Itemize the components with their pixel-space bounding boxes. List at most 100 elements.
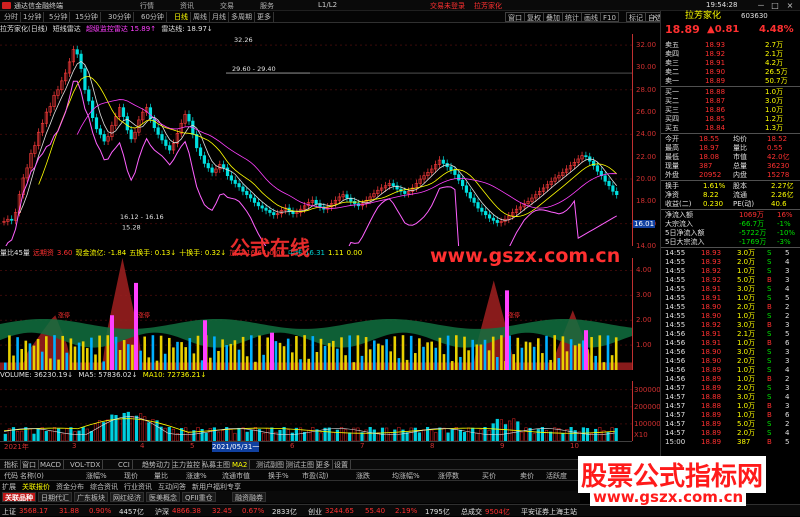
candle-body xyxy=(102,134,106,142)
candle-body xyxy=(75,49,79,55)
related-tab-3[interactable]: 网红经济 xyxy=(110,492,144,502)
volume-bar xyxy=(139,413,143,441)
period-btn-8[interactable]: 月线 xyxy=(210,12,229,22)
date-tick: 4 xyxy=(140,442,145,450)
tick-row-cell: 4 xyxy=(785,393,790,401)
toolbar-close-btn[interactable]: × xyxy=(650,12,660,22)
period-btn-0[interactable]: 分时 xyxy=(2,12,21,22)
period-btn-5[interactable]: 60分钟 xyxy=(139,12,167,22)
toolbar-right-btn-6[interactable]: 标记 xyxy=(626,12,646,22)
side-price-row: 18.89 ▲0.81 4.48% xyxy=(661,24,800,35)
menu-news[interactable]: 资讯 xyxy=(180,1,194,11)
period-btn-3[interactable]: 15分钟 xyxy=(73,12,101,22)
related-tab-4[interactable]: 医美概念 xyxy=(146,492,180,502)
menu-trade[interactable]: 交易 xyxy=(220,1,234,11)
period-btn-2[interactable]: 5分钟 xyxy=(47,12,71,22)
related-tab-0[interactable]: 关联品种 xyxy=(2,492,36,502)
indicator-bar xyxy=(426,342,429,370)
stat2-row-cell: 1.61% xyxy=(703,182,726,190)
bid-row-cell: 买一 xyxy=(665,88,679,96)
period-btn-1[interactable]: 1分钟 xyxy=(21,12,45,22)
volume-bar xyxy=(311,426,315,441)
indicator-bar xyxy=(24,340,28,370)
candle-body xyxy=(615,191,619,195)
candle-body xyxy=(491,217,496,221)
period-btn-10[interactable]: 更多 xyxy=(255,12,274,22)
ask-row-cell: 50.7万 xyxy=(765,77,788,85)
kline-annotation: 29.60 - 29.40 xyxy=(232,65,276,73)
tick-row-cell: 14:55 xyxy=(665,312,686,320)
tick-row-cell: 18.90 xyxy=(701,303,722,311)
candle-body xyxy=(460,179,465,187)
menu-quotes[interactable]: 行情 xyxy=(140,1,154,11)
period-btn-7[interactable]: 周线 xyxy=(191,12,210,22)
candle-body xyxy=(472,197,476,203)
related-tab-1[interactable]: 日期代汇 xyxy=(38,492,72,502)
candle-body xyxy=(225,167,230,177)
bid-row: 买三 18.86 1.0万 xyxy=(661,106,800,115)
flow-row-cell: -1% xyxy=(777,220,791,228)
indicator-bar xyxy=(471,339,474,370)
menu-extra[interactable]: L1/L2 xyxy=(318,1,337,9)
volume-bar xyxy=(216,431,221,441)
volume-bar xyxy=(302,431,307,441)
period-btn-9[interactable]: 多周期 xyxy=(229,12,255,22)
tick-row-cell: 18.89 xyxy=(701,384,722,392)
flow-row: 净流入额 1069万 16% xyxy=(661,211,800,220)
related-tab-6[interactable]: 融资融券 xyxy=(232,492,266,502)
volume-bar xyxy=(532,432,536,441)
toolbar-right-btn-4[interactable]: 画线 xyxy=(581,12,601,22)
ask-row-cell: 18.92 xyxy=(705,50,726,58)
divider xyxy=(661,247,800,248)
kline-chart[interactable]: 32.26 29.60 - 29.40 16.12 - 16.16 15.28 xyxy=(0,34,632,246)
toolbar-right-btn-2[interactable]: 叠加 xyxy=(543,12,563,22)
price-tick: 26.00 xyxy=(636,108,657,117)
tick-row-cell: 14:55 xyxy=(665,258,686,266)
tick-row-cell: 1.0万 xyxy=(737,411,756,419)
tick-row: 14:55 18.93 2.0万 S 4 xyxy=(661,258,800,267)
indicator-bar xyxy=(36,339,40,370)
tick-row-cell: 3.0万 xyxy=(737,393,756,401)
toolbar-right-btn-1[interactable]: 复权 xyxy=(524,12,544,22)
indicator-header-item: 五换手: 0.13↓ xyxy=(129,249,177,257)
indicator-bar xyxy=(516,337,520,370)
tick-row-cell: 14:57 xyxy=(665,411,686,419)
stat-row-cell: 387 xyxy=(699,162,713,170)
period-btn-4[interactable]: 30分钟 xyxy=(106,12,134,22)
indicator-bar xyxy=(438,337,442,370)
price-tick: 24.00 xyxy=(636,130,657,139)
toolbar-right-btn-3[interactable]: 统计 xyxy=(562,12,582,22)
volume-tick: X10 xyxy=(634,431,648,439)
trade-login-status[interactable]: 交易未登录 xyxy=(430,1,465,11)
related-tab-5[interactable]: QFII重仓 xyxy=(182,492,216,502)
close-button[interactable]: × xyxy=(785,1,795,10)
price-axis: 32.00 30.00 28.00 26.00 24.00 22.00 20.00 18.00… xyxy=(632,34,660,250)
toolbar-right-btn-0[interactable]: 窗口 xyxy=(505,12,525,22)
volume-bar xyxy=(503,424,508,441)
period-btn-6[interactable]: 日线 xyxy=(172,12,191,22)
indicator-header-item: 现金流亿: -1.84 xyxy=(75,249,127,257)
indicator-bar xyxy=(196,335,200,370)
indicator-bar xyxy=(258,335,261,370)
indicator-chart[interactable]: 涨停 涨停 涨停 xyxy=(0,258,632,370)
toolbar-right-btn-5[interactable]: F10 xyxy=(600,12,619,22)
volume-chart[interactable] xyxy=(0,381,632,441)
indicator-header-item: 1.11 xyxy=(328,249,344,257)
maximize-button[interactable]: □ xyxy=(770,1,780,10)
ask-row-cell: 卖三 xyxy=(665,59,679,67)
limit-up-label: 涨停 xyxy=(138,312,150,320)
indicator-bar xyxy=(172,347,175,370)
related-tab-2[interactable]: 广东板块 xyxy=(74,492,108,502)
indicator-bar xyxy=(12,355,15,370)
flow-row-cell: -1769万 xyxy=(739,238,767,246)
tick-row-cell: 14:56 xyxy=(665,375,686,383)
indicator-bar xyxy=(176,341,179,370)
menu-service[interactable]: 服务 xyxy=(260,1,274,11)
bid-row-cell: 1.0万 xyxy=(765,88,784,96)
tick-row-cell: 5 xyxy=(785,438,790,446)
tick-row: 14:57 18.89 2.0万 S 4 xyxy=(661,429,800,438)
minimize-button[interactable]: － xyxy=(756,1,766,10)
indicator-bar xyxy=(159,335,163,370)
candle-body xyxy=(607,180,611,187)
tick-row-cell: 4 xyxy=(785,258,790,266)
